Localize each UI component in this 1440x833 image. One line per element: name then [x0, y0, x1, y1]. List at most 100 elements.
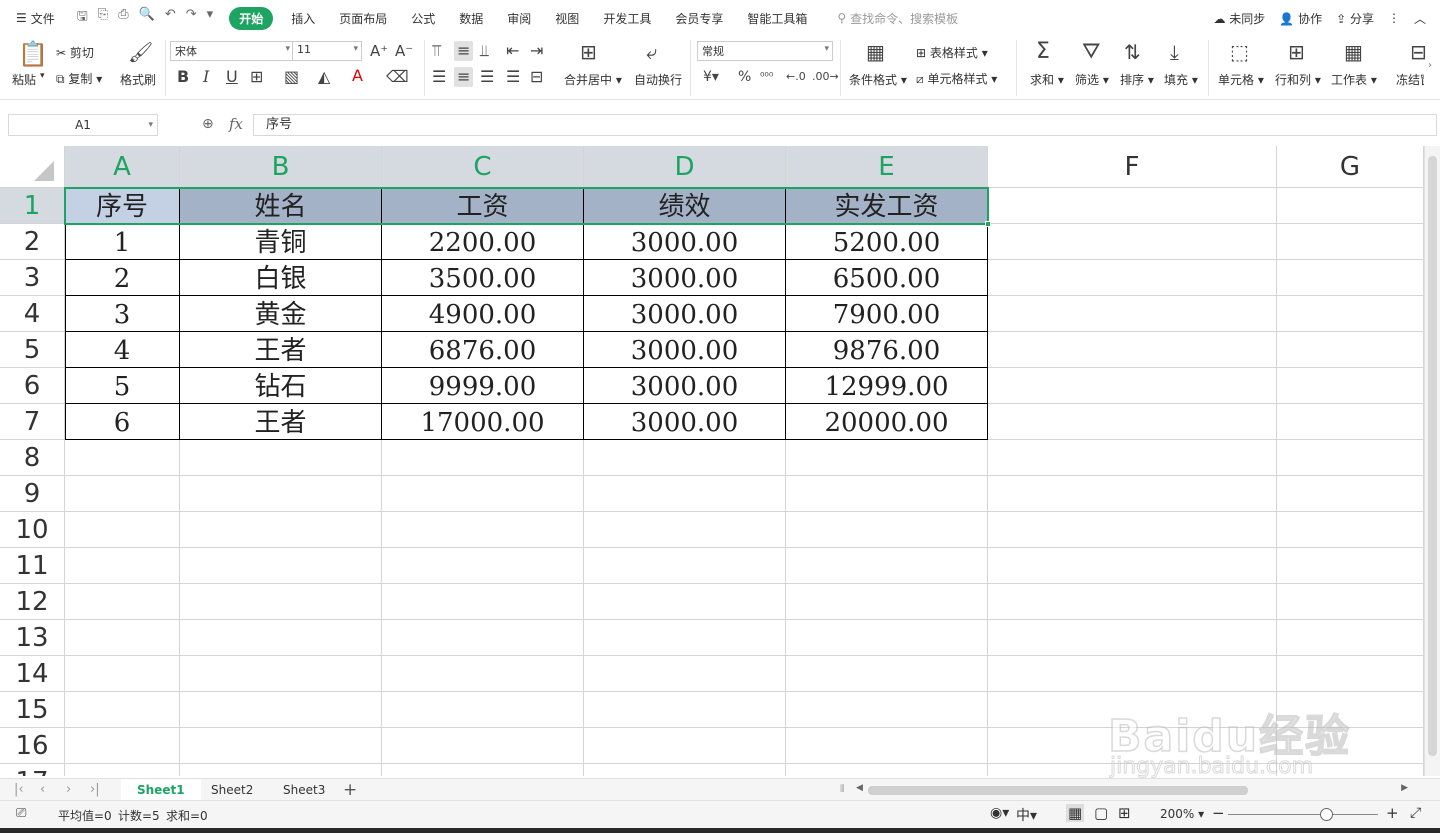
export-icon[interactable]: ⎘	[98, 7, 108, 29]
row-header-17[interactable]: 17	[0, 764, 65, 776]
fill-button[interactable]: 填充 ▾	[1164, 71, 1198, 88]
more-icon[interactable]: ⋮	[1388, 11, 1400, 25]
table-cell[interactable]: 3000.00	[584, 224, 786, 260]
table-header-cell[interactable]: 实发工资	[786, 188, 988, 224]
row-header-9[interactable]: 9	[0, 476, 65, 512]
first-sheet-icon[interactable]: |‹	[14, 782, 24, 797]
percent-icon[interactable]: %	[738, 69, 751, 85]
conditional-format-icon[interactable]: ▦	[866, 42, 885, 62]
column-header-b[interactable]: B	[180, 146, 382, 188]
column-header-f[interactable]: F	[988, 146, 1277, 188]
table-cell[interactable]: 6	[65, 404, 180, 440]
tab-member[interactable]: 会员专享	[663, 10, 735, 27]
table-header-cell[interactable]: 工资	[382, 188, 584, 224]
row-header-15[interactable]: 15	[0, 692, 65, 728]
wrap-text-icon[interactable]: ⤶	[646, 42, 657, 62]
table-cell[interactable]: 9876.00	[786, 332, 988, 368]
fill-color-icon[interactable]: ◭	[318, 69, 330, 85]
page-break-view-icon[interactable]: ⊞	[1118, 804, 1131, 822]
print-icon[interactable]: ⎙	[118, 7, 128, 29]
font-color-icon[interactable]: A	[352, 68, 363, 84]
decrease-decimal-icon[interactable]: .00→	[812, 69, 839, 85]
scroll-left-icon[interactable]: ◀	[856, 783, 863, 793]
table-cell[interactable]: 12999.00	[786, 368, 988, 404]
align-top-icon[interactable]: ⫪	[432, 43, 441, 59]
table-cell[interactable]: 4900.00	[382, 296, 584, 332]
sort-button[interactable]: 排序 ▾	[1120, 71, 1154, 88]
clear-format-icon[interactable]: ⌫	[386, 69, 409, 85]
macro-record-icon[interactable]: ⎚	[16, 806, 26, 821]
table-cell[interactable]: 3000.00	[584, 260, 786, 296]
vertical-scroll-thumb[interactable]	[1428, 156, 1437, 756]
command-search[interactable]: ⚲ 查找命令、搜索模板	[819, 10, 970, 27]
tab-page-layout[interactable]: 页面布局	[327, 10, 399, 27]
column-header-a[interactable]: A	[65, 146, 180, 188]
merge-center-button[interactable]: 合并居中 ▾	[564, 71, 622, 88]
fill-down-icon[interactable]: ⤓	[1170, 41, 1179, 63]
name-box[interactable]: A1 ▾	[8, 114, 158, 136]
row-col-icon[interactable]: ⊞	[1288, 41, 1305, 63]
table-cell[interactable]: 3000.00	[584, 404, 786, 440]
distributed-icon[interactable]: ⊟	[530, 69, 543, 85]
tab-developer[interactable]: 开发工具	[591, 10, 663, 27]
vertical-scrollbar[interactable]	[1424, 146, 1440, 776]
table-style-button[interactable]: ⊞ 表格样式 ▾	[916, 44, 988, 61]
table-cell[interactable]: 王者	[180, 332, 382, 368]
table-cell[interactable]: 1	[65, 224, 180, 260]
next-sheet-icon[interactable]: ›	[66, 782, 71, 797]
underline-icon[interactable]: U	[226, 69, 238, 85]
increase-font-icon[interactable]: A⁺	[370, 43, 388, 59]
tab-split-handle[interactable]: ⦀	[840, 784, 844, 795]
align-left-icon[interactable]: ☰	[432, 69, 446, 85]
zoom-out-icon[interactable]: −	[1212, 804, 1225, 822]
table-cell[interactable]: 黄金	[180, 296, 382, 332]
row-header-10[interactable]: 10	[0, 512, 65, 548]
scroll-right-icon[interactable]: ▶	[1401, 783, 1408, 793]
table-cell[interactable]: 3000.00	[584, 296, 786, 332]
tab-home[interactable]: 开始	[229, 6, 274, 30]
conditional-format-button[interactable]: 条件格式 ▾	[849, 71, 907, 88]
print-preview-icon[interactable]: 🔍	[139, 7, 155, 29]
justify-icon[interactable]: ☰	[506, 69, 520, 85]
align-bottom-icon[interactable]: ⫫	[480, 43, 489, 59]
italic-icon[interactable]: I	[203, 69, 209, 85]
cell-fill-pattern-icon[interactable]: ▧	[284, 69, 299, 85]
prev-sheet-icon[interactable]: ‹	[40, 782, 45, 797]
table-cell[interactable]: 青铜	[180, 224, 382, 260]
share-button[interactable]: ⇪ 分享	[1336, 10, 1374, 27]
row-header-14[interactable]: 14	[0, 656, 65, 692]
increase-indent-icon[interactable]: ⇥	[530, 43, 543, 59]
row-header-2[interactable]: 2	[0, 224, 65, 260]
horizontal-scroll-thumb[interactable]	[868, 786, 1248, 795]
row-header-16[interactable]: 16	[0, 728, 65, 764]
cut-button[interactable]: ✂ 剪切	[56, 44, 94, 61]
select-all-corner[interactable]	[0, 146, 65, 188]
font-name-select[interactable]: 宋体 ▾	[170, 41, 294, 61]
row-header-5[interactable]: 5	[0, 332, 65, 368]
sort-icon[interactable]: ⇅	[1124, 41, 1141, 63]
table-cell[interactable]: 7900.00	[786, 296, 988, 332]
column-header-g[interactable]: G	[1277, 146, 1424, 188]
table-cell[interactable]: 9999.00	[382, 368, 584, 404]
table-header-cell[interactable]: 姓名	[180, 188, 382, 224]
thousands-separator-icon[interactable]: ⁰⁰⁰	[760, 69, 773, 85]
filter-icon[interactable]: ⛛	[1082, 41, 1100, 63]
worksheet-icon[interactable]: ▦	[1344, 41, 1363, 63]
decrease-font-icon[interactable]: A⁻	[395, 43, 413, 59]
tab-view[interactable]: 视图	[543, 10, 591, 27]
paste-dropdown-icon[interactable]: ▾	[40, 71, 45, 81]
decrease-indent-icon[interactable]: ⇤	[506, 43, 519, 59]
cell-button[interactable]: 单元格 ▾	[1218, 71, 1264, 88]
number-format-select[interactable]: 常规 ▾	[697, 41, 833, 61]
align-middle-icon[interactable]: ≡	[454, 41, 474, 61]
table-cell[interactable]: 6876.00	[382, 332, 584, 368]
eye-protection-icon[interactable]: ◉▾	[990, 805, 1009, 821]
increase-decimal-icon[interactable]: ←.0	[786, 69, 806, 85]
table-cell[interactable]: 3	[65, 296, 180, 332]
cell-style-button[interactable]: ⧄ 单元格样式 ▾	[916, 70, 997, 87]
table-cell[interactable]: 2200.00	[382, 224, 584, 260]
save-icon[interactable]: 🖫	[77, 7, 88, 29]
customize-chevron-icon[interactable]: ▾	[207, 7, 214, 29]
column-header-c[interactable]: C	[382, 146, 584, 188]
sheet-tab-2[interactable]: Sheet2	[195, 779, 269, 801]
